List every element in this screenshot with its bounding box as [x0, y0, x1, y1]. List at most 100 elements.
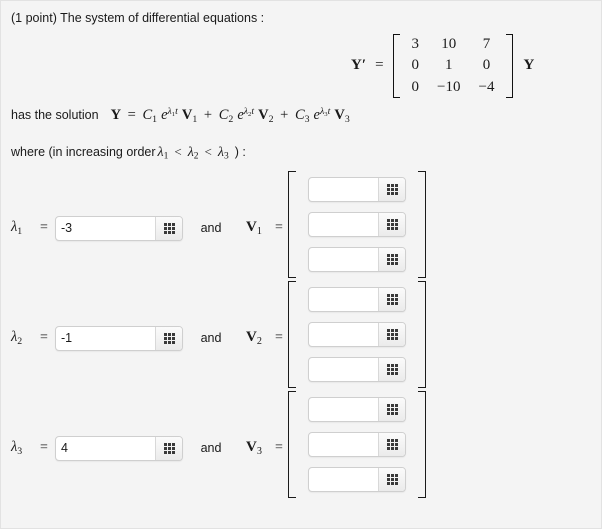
- keypad-icon[interactable]: [378, 178, 405, 201]
- lambda-3-label: λ3: [11, 439, 33, 457]
- matrix-right-bracket: [506, 34, 514, 98]
- keypad-grid-icon: [386, 474, 398, 485]
- ordering-suffix: ) :: [234, 145, 246, 159]
- answer-row-2: λ2 = and V2 =: [11, 325, 289, 351]
- vector-3-component-3-field[interactable]: [308, 467, 406, 492]
- lambda-1-field[interactable]: [55, 215, 183, 241]
- keypad-icon[interactable]: [378, 323, 405, 346]
- lambda-2-equals: =: [40, 330, 48, 345]
- keypad-icon[interactable]: [155, 326, 182, 350]
- term-vector-sub: 2: [268, 113, 274, 125]
- vector-1-component-1-input[interactable]: [309, 178, 378, 201]
- keypad-icon[interactable]: [378, 358, 405, 381]
- ordering-prefix: where (in increasing order: [11, 145, 156, 159]
- keypad-icon[interactable]: [378, 433, 405, 456]
- vector-2-component-1-input[interactable]: [309, 288, 378, 311]
- answer-row-1: λ1 = and V1 =: [11, 215, 289, 241]
- keypad-grid-icon: [386, 254, 398, 265]
- and-label-2: and: [200, 331, 222, 345]
- term-vector-sub: 1: [192, 113, 198, 125]
- lambda-3-field[interactable]: [55, 435, 183, 461]
- term-exp-base: e: [161, 106, 168, 123]
- question-prompt: (1 point) The system of differential equ…: [11, 11, 265, 25]
- vector-1-component-3-field[interactable]: [308, 247, 406, 272]
- keypad-grid-icon: [386, 219, 398, 230]
- lambda-1-input[interactable]: [56, 216, 155, 240]
- term-exp-base: e: [237, 106, 244, 123]
- keypad-icon[interactable]: [378, 248, 405, 271]
- lambda-2-field[interactable]: [55, 325, 183, 351]
- vector-2-group: [288, 281, 426, 388]
- vector-1-inputs: [296, 171, 418, 278]
- matrix-cell: −10: [437, 78, 461, 95]
- keypad-grid-icon: [163, 332, 175, 344]
- matrix-cell: 0: [482, 57, 491, 74]
- solution-term-2: C2 eλ2t V2: [218, 106, 274, 125]
- term-vector-sub: 3: [344, 113, 350, 125]
- lambda-2-label: λ2: [11, 329, 33, 347]
- vector-2-component-2-field[interactable]: [308, 322, 406, 347]
- vector-3-component-3-input[interactable]: [309, 468, 378, 491]
- matrix-left-bracket: [392, 34, 400, 98]
- vector-3-component-2-field[interactable]: [308, 432, 406, 457]
- vector-3-component-1-field[interactable]: [308, 397, 406, 422]
- vector-3-right-bracket: [418, 391, 426, 498]
- keypad-icon[interactable]: [155, 216, 182, 240]
- vector-1-component-2-field[interactable]: [308, 212, 406, 237]
- keypad-icon[interactable]: [378, 213, 405, 236]
- vector-3-group: [288, 391, 426, 498]
- term-exponent: λ3t: [320, 106, 330, 118]
- lambda-2-input[interactable]: [56, 326, 155, 350]
- vector-2-component-1-field[interactable]: [308, 287, 406, 312]
- vector-2-component-3-input[interactable]: [309, 358, 378, 381]
- lambda-3-input[interactable]: [56, 436, 155, 460]
- vector-3-inputs: [296, 391, 418, 498]
- solution-equals-sign: =: [127, 106, 136, 123]
- vector-3-component-2-input[interactable]: [309, 433, 378, 456]
- term-vector: V: [258, 106, 269, 123]
- vector-3-component-1-input[interactable]: [309, 398, 378, 421]
- matrix-row: 0 −10 −4: [403, 77, 504, 98]
- term-coefficient: C: [218, 106, 229, 123]
- keypad-icon[interactable]: [378, 468, 405, 491]
- vector-1-component-2-input[interactable]: [309, 213, 378, 236]
- keypad-grid-icon: [386, 404, 398, 415]
- vector-glyph: V: [246, 329, 257, 346]
- and-label-1: and: [200, 221, 222, 235]
- vector-1-equals: =: [275, 220, 283, 235]
- matrix-cell: 3: [411, 36, 420, 52]
- vector-2-component-2-input[interactable]: [309, 323, 378, 346]
- lambda-sub: 3: [223, 151, 229, 162]
- solution-term-1: C1 eλ1t V1: [142, 106, 198, 125]
- vector-2-left-bracket: [288, 281, 296, 388]
- ordering-note: where (in increasing order λ1 < λ2 < λ3 …: [11, 144, 246, 162]
- term-exponent: λ2t: [244, 106, 254, 118]
- ordering-relation-2: <: [204, 144, 212, 159]
- coefficient-matrix: 3 10 7 0 1 0 0 −10 −4: [392, 34, 514, 98]
- vector-glyph: V: [246, 219, 257, 236]
- vector-1-component-1-field[interactable]: [308, 177, 406, 202]
- matrix-table: 3 10 7 0 1 0 0 −10 −4: [403, 34, 504, 98]
- ordering-lambda-3: λ3: [216, 145, 231, 162]
- lambda-1-equals: =: [40, 220, 48, 235]
- keypad-grid-icon: [386, 364, 398, 375]
- matrix-row: 3 10 7: [403, 34, 504, 55]
- keypad-icon[interactable]: [378, 398, 405, 421]
- vector-3-label: V3: [239, 439, 269, 457]
- vector-2-component-3-field[interactable]: [308, 357, 406, 382]
- vector-1-left-bracket: [288, 171, 296, 278]
- term-coefficient: C: [142, 106, 153, 123]
- vector-index: 1: [256, 225, 262, 237]
- problem-page: (1 point) The system of differential equ…: [0, 0, 602, 529]
- vector-index: 2: [256, 335, 262, 347]
- lambda-index: 1: [17, 225, 23, 237]
- vector-1-group: [288, 171, 426, 278]
- solution-lhs-symbol: Y: [110, 106, 122, 123]
- vector-2-equals: =: [275, 330, 283, 345]
- keypad-icon[interactable]: [155, 436, 182, 460]
- keypad-icon[interactable]: [378, 288, 405, 311]
- vector-2-inputs: [296, 281, 418, 388]
- term-coefficient-sub: 3: [304, 113, 310, 125]
- matrix-cell: 10: [441, 36, 457, 52]
- vector-1-component-3-input[interactable]: [309, 248, 378, 271]
